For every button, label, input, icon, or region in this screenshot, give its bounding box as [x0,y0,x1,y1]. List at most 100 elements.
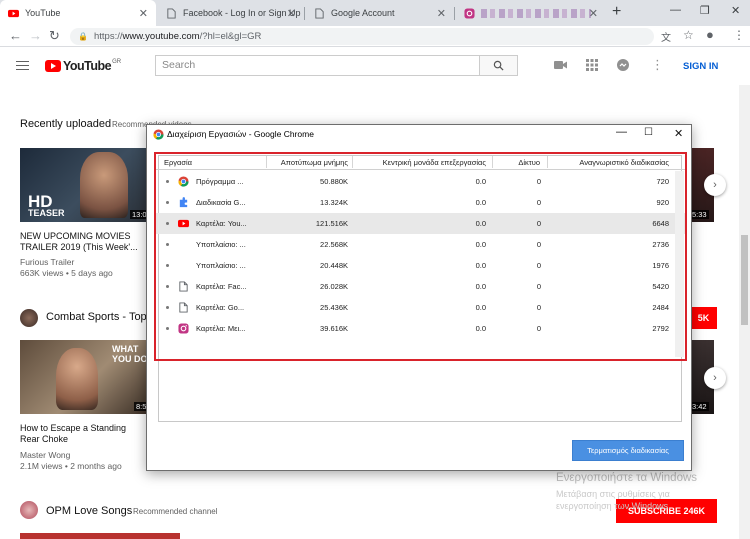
shelf-title[interactable]: OPM Love Songs [46,505,132,517]
end-process-button[interactable]: Τερματισμός διαδικασίας [572,440,684,461]
bullet [166,285,169,288]
back-icon[interactable]: ← [9,28,22,43]
thumb-text: TEASER [28,208,65,218]
task-row[interactable]: Καρτέλα: You... 121.516K 0.0 0 6648 [156,213,685,234]
column-header-task[interactable]: Εργασία [164,158,192,167]
search-input[interactable]: Search [155,55,480,76]
cpu-value: 0.0 [475,324,486,333]
minimize-icon[interactable]: — [616,126,627,138]
address-bar[interactable]: 🔒 https://www.youtube.com/?hl=el&gl=GR [70,28,654,45]
pid-value: 920 [656,198,669,207]
maximize-icon[interactable]: ❐ [700,4,710,17]
star-icon[interactable]: ☆ [683,28,694,42]
youtube-logo[interactable]: YouTube GR [45,59,121,73]
column-header-memory[interactable]: Αποτύπωμα μνήμης [266,158,348,167]
memory-value: 121.516K [315,219,348,228]
tab-instagram[interactable]: ✕ [456,0,606,26]
tab-youtube[interactable]: YouTube ✕ [0,0,156,26]
tab-label: Google Account [331,8,395,18]
browser-toolbar: ← → ↻ 🔒 https://www.youtube.com/?hl=el&g… [0,26,750,47]
play-icon [45,60,61,72]
video-duration: 3:42 [690,402,709,411]
cpu-value: 0.0 [475,177,486,186]
avatar[interactable] [20,501,38,519]
tab-label: YouTube [25,8,61,18]
column-header-pid[interactable]: Αναγνωριστικό διαδικασίας [547,158,669,167]
network-value: 0 [536,282,541,291]
close-icon[interactable]: ✕ [287,7,296,20]
chrome-icon [153,129,164,140]
youtube-icon [8,9,19,17]
video-thumbnail[interactable]: HD TEASER 13:0 [20,148,148,222]
subscribe-button[interactable]: 5K [690,307,717,329]
more-icon[interactable]: ⋮ [651,57,664,73]
tab-strip: YouTube ✕ Facebook - Log In or Sign Up ✕… [0,0,750,26]
video-title[interactable]: NEW UPCOMING MOVIES TRAILER 2019 (This W… [20,231,140,253]
menu-icon[interactable]: ⋮ [733,28,745,42]
video-title[interactable]: How to Escape a Standing Rear Choke [20,423,140,445]
close-icon[interactable]: ✕ [437,7,446,20]
task-row[interactable]: Υποπλαίσιο: ... 20.448K 0.0 0 1976 [156,255,685,276]
memory-value: 50.880K [320,177,348,186]
table-scrollbar[interactable] [675,171,684,357]
next-arrow-button[interactable]: › [704,174,726,196]
minimize-icon[interactable]: — [670,4,681,16]
task-row[interactable]: Καρτέλα: Go... 25.436K 0.0 0 2484 [156,297,685,318]
memory-value: 13.324K [320,198,348,207]
task-row[interactable]: Καρτέλα: Fac... 26.028K 0.0 0 5420 [156,276,685,297]
video-camera-icon[interactable] [554,60,567,70]
network-value: 0 [536,324,541,333]
task-row[interactable]: Πρόγραμμα ... 50.880K 0.0 0 720 [156,171,685,192]
apps-grid-icon[interactable] [586,59,598,71]
new-tab-button[interactable]: + [612,3,621,21]
task-name: Καρτέλα: You... [196,219,247,228]
shelf-title: Recently uploaded [20,118,112,130]
instagram-icon [464,7,475,19]
shelf-subtitle: Recommended channel [133,507,218,516]
task-name: Καρτέλα: Go... [196,303,245,312]
puzzle-icon [178,197,189,208]
reload-icon[interactable]: ↻ [49,28,60,44]
account-icon[interactable]: ● [706,27,714,42]
hamburger-icon[interactable] [16,61,29,70]
column-header-cpu[interactable]: Κεντρική μονάδα επεξεργασίας [352,158,486,167]
maximize-icon[interactable]: ☐ [644,127,653,138]
next-arrow-button[interactable]: › [704,367,726,389]
bullet [166,306,169,309]
scrollbar-thumb[interactable] [741,235,748,325]
search-button[interactable] [480,55,518,76]
forward-icon[interactable]: → [29,28,42,43]
task-table-highlight: Εργασία Αποτύπωμα μνήμης Κεντρική μονάδα… [154,152,687,361]
video-channel[interactable]: Furious Trailer [20,257,74,268]
column-header-network[interactable]: Δίκτυο [492,158,540,167]
tab-facebook[interactable]: Facebook - Log In or Sign Up ✕ [158,0,304,26]
windows-activation-title: Ενεργοποιήστε τα Windows [556,472,698,484]
bullet [166,222,169,225]
close-icon[interactable]: ✕ [139,7,148,20]
video-channel[interactable]: Master Wong [20,450,70,461]
translate-icon[interactable]: 文 [661,29,671,44]
chat-icon[interactable] [616,58,630,72]
close-window-icon[interactable]: ✕ [731,4,740,17]
avatar[interactable] [20,309,38,327]
video-thumbnail[interactable]: WHAT YOU DO 8:5 [20,340,148,414]
tab-label: Facebook - Log In or Sign Up [183,8,301,18]
pid-value: 1976 [652,261,669,270]
page-scrollbar[interactable] [739,85,750,539]
task-row[interactable]: Υποπλαίσιο: ... 22.568K 0.0 0 2736 [156,234,685,255]
close-icon[interactable]: ✕ [589,7,598,20]
pid-value: 5420 [652,282,669,291]
bullet [166,201,169,204]
video-thumbnail[interactable] [20,533,180,539]
page-icon [315,7,324,19]
tab-google-account[interactable]: Google Account ✕ [306,0,454,26]
task-row[interactable]: Διαδικασία G... 13.324K 0.0 0 920 [156,192,685,213]
task-name: Πρόγραμμα ... [196,177,244,186]
dialog-titlebar[interactable]: Διαχείριση Εργασιών - Google Chrome — ☐ … [147,125,691,145]
close-icon[interactable]: ✕ [674,127,683,140]
memory-value: 39.616K [320,324,348,333]
video-meta: 2.1M views • 2 months ago [20,461,122,471]
sign-in-button[interactable]: SIGN IN [683,61,718,72]
shelf-title[interactable]: Combat Sports - Topic [46,311,155,323]
task-row[interactable]: Καρτέλα: Mει... 39.616K 0.0 0 2792 [156,318,685,339]
